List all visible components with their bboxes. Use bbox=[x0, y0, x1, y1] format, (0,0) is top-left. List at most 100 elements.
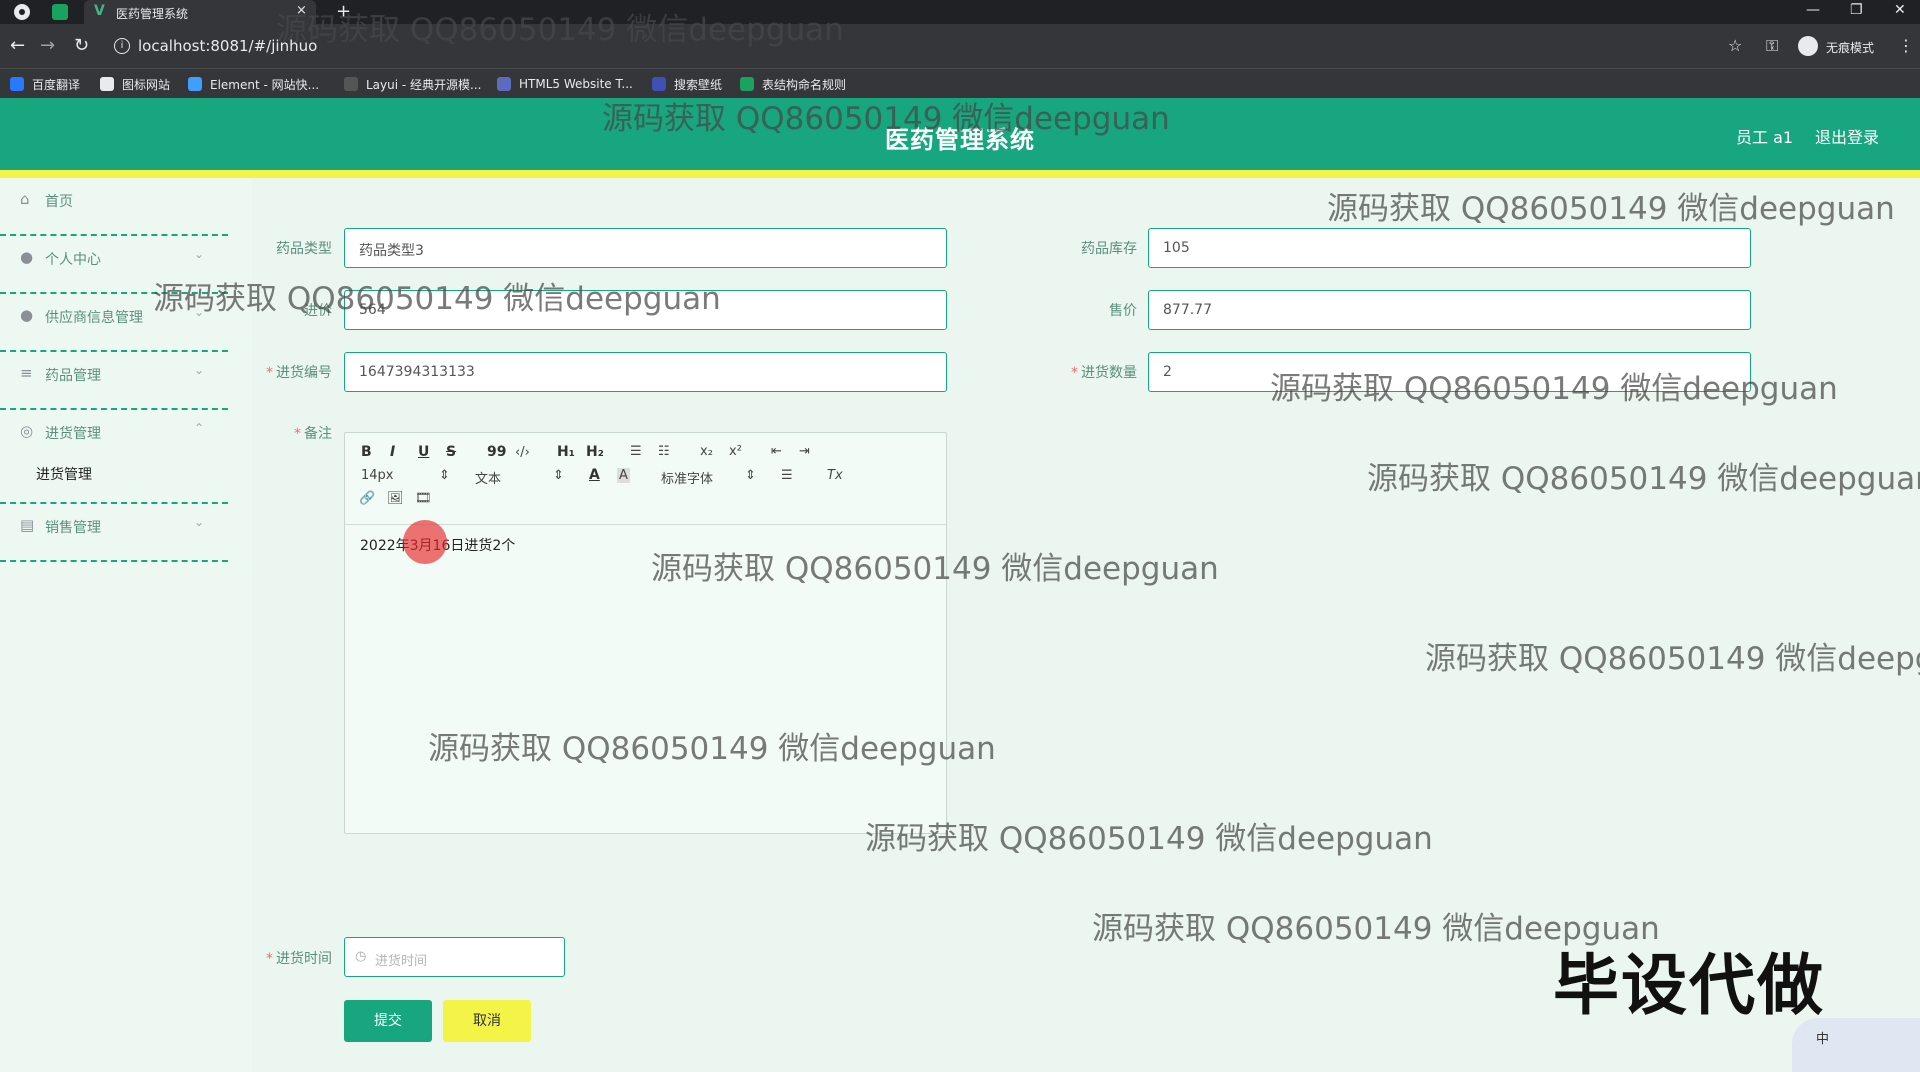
layui-icon bbox=[344, 77, 358, 91]
watermark: 源码获取 QQ86050149 微信deepguan bbox=[1327, 191, 1895, 227]
stock-label: 药品库存 bbox=[1081, 241, 1137, 257]
quantity-label: * 进货数量 bbox=[1071, 365, 1137, 381]
bookmark-item[interactable]: 搜索壁纸 bbox=[652, 75, 722, 93]
drug-type-label: 药品类型 bbox=[276, 241, 332, 257]
bookmark-item[interactable]: 百度翻译 bbox=[10, 75, 80, 93]
quote-button[interactable]: 99 bbox=[487, 444, 506, 460]
chevron-down-icon: ⌄ bbox=[194, 247, 205, 261]
watermark: 源码获取 QQ86050149 微信deepguan bbox=[428, 731, 996, 767]
browser-menu-icon[interactable]: ⋮ bbox=[1898, 36, 1914, 55]
forward-icon[interactable]: → bbox=[40, 35, 55, 56]
strike-button[interactable]: S bbox=[446, 444, 456, 460]
logout-link[interactable]: 退出登录 bbox=[1815, 124, 1879, 148]
sidebar-subitem-purchase[interactable]: 进货管理 bbox=[0, 444, 228, 504]
watermark: 源码获取 QQ86050149 微信deepguan bbox=[1425, 641, 1920, 677]
purchase-time-placeholder: 进货时间 bbox=[375, 954, 428, 969]
promo-stamp: 毕设代做 bbox=[1553, 947, 1825, 1024]
superscript-button[interactable]: x² bbox=[729, 444, 742, 459]
user-icon: ● bbox=[20, 306, 34, 324]
sidebar-item-drugs[interactable]: ≡ 药品管理 ⌄ bbox=[0, 352, 228, 410]
bookmark-item[interactable]: Layui - 经典开源模... bbox=[344, 75, 481, 93]
key-icon[interactable]: ⚿ bbox=[1766, 36, 1778, 56]
sidebar-item-home[interactable]: ⌂ 首页 bbox=[0, 178, 228, 236]
ime-toolbar[interactable]: 中 bbox=[1792, 1018, 1920, 1072]
minimize-icon[interactable]: — bbox=[1806, 2, 1820, 18]
remark-label: * 备注 bbox=[294, 426, 332, 442]
chevron-up-icon: ⌃ bbox=[194, 421, 205, 435]
bookmark-item[interactable]: HTML5 Website T... bbox=[497, 75, 633, 93]
h1-button[interactable]: H₁ bbox=[557, 444, 575, 460]
bookmark-star-icon[interactable]: ☆ bbox=[1728, 36, 1742, 55]
bookmark-item[interactable]: 表结构命名规则 bbox=[740, 75, 846, 93]
chevron-down-icon: ⌄ bbox=[194, 515, 205, 529]
ime-mode-label: 中 bbox=[1816, 1032, 1830, 1047]
code-button[interactable]: ‹/› bbox=[515, 445, 530, 460]
background-color-button[interactable]: A bbox=[617, 468, 630, 483]
text-color-button[interactable]: A bbox=[589, 467, 600, 483]
drug-type-input[interactable]: 药品类型3 bbox=[344, 228, 947, 268]
italic-button[interactable]: I bbox=[390, 444, 395, 460]
window-close-icon[interactable]: ✕ bbox=[1894, 2, 1906, 18]
bookmark-item[interactable]: 图标网站 bbox=[100, 75, 170, 93]
watermark: 源码获取 QQ86050149 微信deepguan bbox=[602, 101, 1170, 137]
watermark: 源码获取 QQ86050149 微信deepguan bbox=[1270, 371, 1838, 407]
chevron-updown-icon: ⇕ bbox=[439, 468, 450, 483]
sheet-icon bbox=[740, 77, 754, 91]
image-button[interactable]: 🖼 bbox=[387, 491, 404, 506]
site-info-icon[interactable]: i bbox=[114, 38, 130, 54]
translate-icon bbox=[10, 77, 24, 91]
restore-icon[interactable]: ❐ bbox=[1850, 2, 1863, 18]
list-icon: ≡ bbox=[20, 364, 33, 382]
watermark: 源码获取 QQ86050149 微信deepguan bbox=[276, 12, 844, 48]
back-icon[interactable]: ← bbox=[10, 35, 25, 56]
align-button[interactable]: ☰ bbox=[781, 468, 793, 483]
ordered-list-button[interactable]: ☰ bbox=[630, 444, 642, 459]
home-icon: ⌂ bbox=[20, 190, 30, 208]
briefcase-icon: ▤ bbox=[20, 516, 35, 534]
underline-button[interactable]: U bbox=[418, 444, 429, 460]
bullet-list-button[interactable]: ☷ bbox=[658, 444, 670, 459]
bookmark-item[interactable]: Element - 网站快... bbox=[188, 75, 319, 93]
editor-toolbar: B I U S 99 ‹/› H₁ H₂ ☰ ☷ x₂ x² ⇤ ⇥ 14px … bbox=[345, 433, 946, 525]
compass-icon: ◎ bbox=[20, 422, 34, 440]
element-icon bbox=[188, 77, 202, 91]
h2-button[interactable]: H₂ bbox=[586, 444, 604, 460]
user-icon: ● bbox=[20, 248, 34, 266]
watermark: 源码获取 QQ86050149 微信deepguan bbox=[153, 281, 721, 317]
chrome-icon bbox=[14, 4, 30, 20]
purchase-no-label: * 进货编号 bbox=[266, 365, 332, 381]
current-user: 员工 a1 bbox=[1736, 128, 1794, 147]
video-button[interactable]: 🎞 bbox=[415, 491, 432, 506]
font-family-select[interactable]: 标准字体 bbox=[661, 468, 713, 487]
incognito-label: 无痕模式 bbox=[1826, 41, 1875, 55]
pinned-tab-icon[interactable] bbox=[52, 4, 68, 20]
sidebar-item-sales[interactable]: ▤ 销售管理 ⌄ bbox=[0, 504, 228, 562]
html5-icon bbox=[497, 77, 511, 91]
chevron-down-icon: ⌄ bbox=[194, 363, 205, 377]
watermark: 源码获取 QQ86050149 微信deepguan bbox=[865, 821, 1433, 857]
purchase-time-input[interactable]: ◷ 进货时间 bbox=[344, 937, 565, 977]
sale-price-label: 售价 bbox=[1109, 303, 1137, 319]
submit-button[interactable]: 提交 bbox=[344, 1000, 432, 1042]
bold-button[interactable]: B bbox=[361, 444, 372, 460]
indent-button[interactable]: ⇥ bbox=[799, 444, 810, 459]
sale-price-input[interactable]: 877.77 bbox=[1148, 290, 1751, 330]
remark-editor: B I U S 99 ‹/› H₁ H₂ ☰ ☷ x₂ x² ⇤ ⇥ 14px … bbox=[344, 432, 947, 834]
tab-title: 医药管理系统 bbox=[116, 7, 189, 21]
purchase-no-input[interactable]: 1647394313133 bbox=[344, 352, 947, 392]
link-button[interactable]: 🔗 bbox=[359, 491, 375, 506]
subscript-button[interactable]: x₂ bbox=[700, 444, 713, 459]
chevron-updown-icon: ⇕ bbox=[745, 468, 756, 483]
clear-format-button[interactable]: Tx bbox=[827, 468, 843, 483]
font-size-select[interactable]: 14px bbox=[361, 468, 394, 483]
clock-icon: ◷ bbox=[355, 949, 367, 964]
chevron-updown-icon: ⇕ bbox=[553, 468, 564, 483]
cancel-button[interactable]: 取消 bbox=[443, 1000, 531, 1042]
wallpaper-icon bbox=[652, 77, 666, 91]
reload-icon[interactable]: ↻ bbox=[74, 35, 89, 56]
header-select[interactable]: 文本 bbox=[475, 468, 501, 487]
header-accent-strip bbox=[0, 170, 1920, 178]
incognito-icon[interactable] bbox=[1798, 36, 1818, 56]
outdent-button[interactable]: ⇤ bbox=[771, 444, 782, 459]
stock-input[interactable]: 105 bbox=[1148, 228, 1751, 268]
